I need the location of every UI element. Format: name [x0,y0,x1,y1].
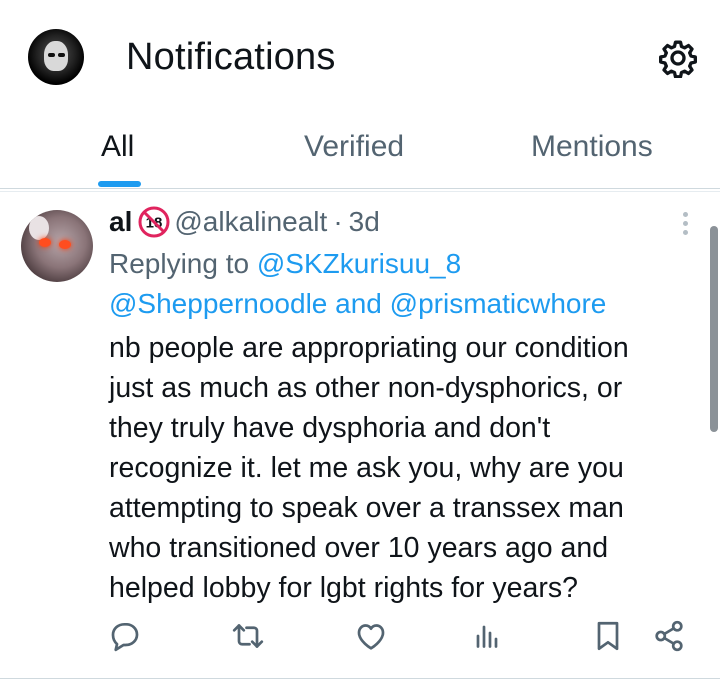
avatar-glowing-eye [39,238,51,247]
post-body: nb people are appropriating our conditio… [109,328,709,608]
gear-icon[interactable] [658,38,698,79]
post-body-line: who transitioned over 10 years ago and [109,532,609,564]
post-body-line: nb people are appropriating our conditio… [109,332,629,364]
bookmark-icon[interactable] [590,618,626,654]
mention-link[interactable]: @prismaticwhore [390,288,607,319]
views-icon[interactable] [469,618,505,654]
replying-to-line: Replying to @SKZkurisuu_8 [109,244,461,284]
page-title: Notifications [126,36,336,78]
reply-icon[interactable] [107,618,143,654]
share-icon[interactable] [651,618,687,654]
author-name[interactable]: al [109,206,132,238]
like-icon[interactable] [353,618,389,654]
avatar-eye-left [48,53,55,57]
reply-joiner: and [327,288,390,319]
author-avatar[interactable] [21,210,93,282]
mention-link[interactable]: @SKZkurisuu_8 [257,248,461,279]
post-meta: al 18 @alkalinealt · 3d [109,202,380,242]
tabs-divider [0,188,720,189]
post-body-line: helped lobby for lgbt rights for years? [109,572,578,604]
post-body-line: recognize it. let me ask you, why are yo… [109,452,624,484]
author-handle[interactable]: @alkalinealt [174,206,327,238]
retweet-icon[interactable] [230,618,266,654]
post-body-line: attempting to speak over a transsex man [109,492,624,524]
post-body-line: they truly have dysphoria and don't [109,412,551,444]
replying-to-line-2: @Sheppernoodle and @prismaticwhore [109,284,606,324]
scrollbar[interactable] [710,226,718,432]
replying-to-label: Replying to [109,248,257,279]
post-actions [0,618,720,662]
post-timestamp[interactable]: 3d [349,206,380,238]
avatar-eye-right [58,53,65,57]
more-options-icon[interactable] [674,212,696,238]
profile-avatar[interactable] [28,29,84,85]
no-under-18-icon: 18 [138,206,170,238]
mention-link[interactable]: @Sheppernoodle [109,288,327,319]
avatar-ear [29,216,49,240]
avatar-glowing-eye [59,240,71,249]
post-body-line: just as much as other non-dysphorics, or [109,372,623,404]
tab-verified[interactable]: Verified [304,130,404,164]
meta-separator: · [333,206,343,237]
active-tab-indicator [98,181,141,187]
tab-mentions[interactable]: Mentions [531,130,653,164]
notification-tabs: All Verified Mentions [0,116,720,188]
tabs-divider-shadow [0,191,720,192]
notification-post[interactable]: al 18 @alkalinealt · 3d Replying to @SKZ… [0,194,720,684]
app-header: Notifications [0,0,720,116]
post-divider [0,678,720,679]
tab-all[interactable]: All [101,130,134,164]
